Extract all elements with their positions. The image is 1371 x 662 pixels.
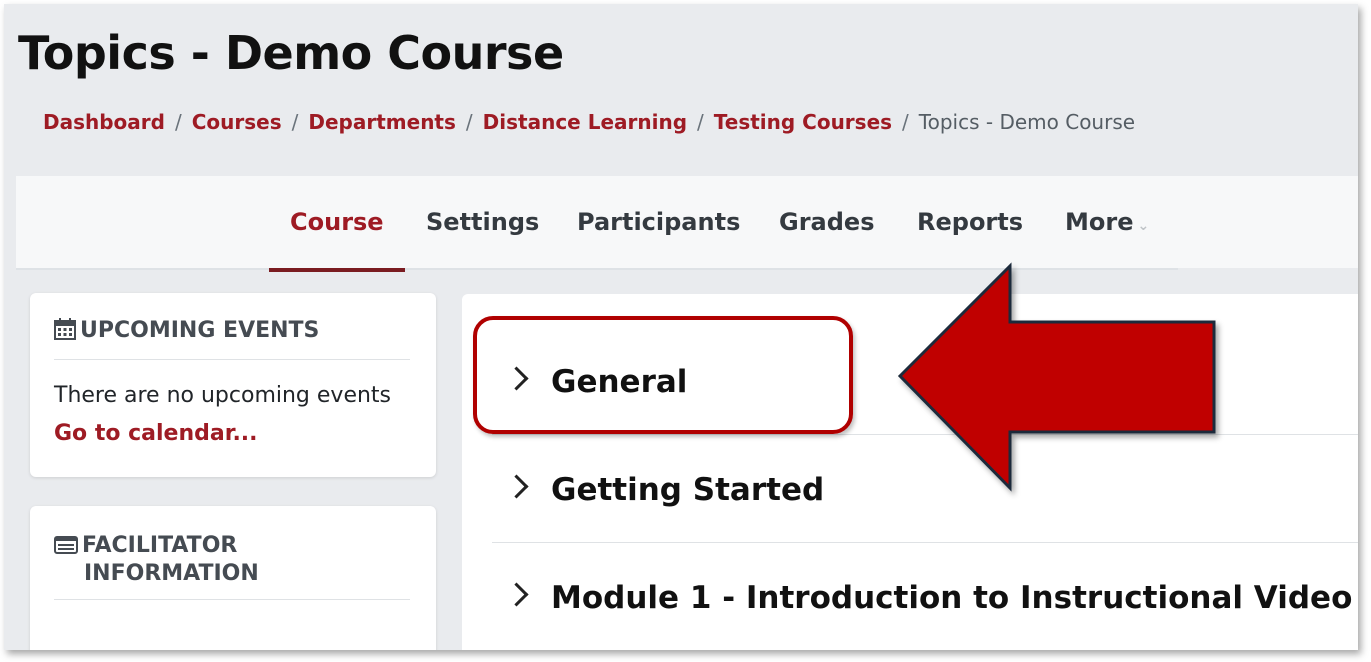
active-tab-indicator <box>269 268 405 272</box>
section-divider <box>492 542 1358 543</box>
tab-settings[interactable]: Settings <box>426 208 539 236</box>
id-card-icon <box>54 536 78 554</box>
upcoming-events-heading: UPCOMING EVENTS <box>54 317 319 345</box>
breadcrumb-distance-learning[interactable]: Distance Learning <box>483 110 687 134</box>
upcoming-events-title: UPCOMING EVENTS <box>80 318 320 343</box>
block-divider <box>54 359 410 360</box>
breadcrumb-departments[interactable]: Departments <box>308 110 456 134</box>
section-title: Getting Started <box>551 472 825 508</box>
section-module-1[interactable]: Module 1 - Introduction to Instructional… <box>504 580 1353 616</box>
block-divider <box>54 599 410 600</box>
highlight-box <box>473 316 853 434</box>
tab-grades[interactable]: Grades <box>779 208 874 236</box>
no-events-text: There are no upcoming events <box>54 383 392 408</box>
page-title: Topics - Demo Course <box>18 26 564 80</box>
facilitator-title-line1: FACILITATOR <box>82 533 238 558</box>
breadcrumb-separator: / <box>902 110 909 134</box>
tab-participants[interactable]: Participants <box>577 208 740 236</box>
chevron-right-icon <box>504 582 529 607</box>
go-to-calendar-link[interactable]: Go to calendar... <box>54 421 258 446</box>
calendar-icon <box>54 318 76 340</box>
section-getting-started[interactable]: Getting Started <box>504 472 825 508</box>
screenshot-frame: Topics - Demo Course Dashboard / Courses / D… <box>4 4 1358 650</box>
tab-more[interactable]: More ⌄ <box>1065 208 1149 236</box>
breadcrumb-separator: / <box>174 110 182 134</box>
facilitator-heading: FACILITATOR INFORMATION <box>54 532 259 588</box>
facilitator-title-line2: INFORMATION <box>84 561 259 586</box>
left-arrow-icon <box>897 262 1216 492</box>
breadcrumb-dashboard[interactable]: Dashboard <box>43 110 165 134</box>
breadcrumb-separator: / <box>291 110 299 134</box>
breadcrumb-current: Topics - Demo Course <box>918 110 1136 134</box>
tab-more-label: More <box>1065 208 1134 236</box>
chevron-right-icon <box>504 474 529 499</box>
tab-reports[interactable]: Reports <box>917 208 1023 236</box>
tab-course[interactable]: Course <box>290 208 384 236</box>
breadcrumb-separator: / <box>697 110 704 134</box>
breadcrumb-testing-courses[interactable]: Testing Courses <box>714 110 892 134</box>
breadcrumb: Dashboard / Courses / Departments / Distance L… <box>43 110 1135 134</box>
breadcrumb-courses[interactable]: Courses <box>192 110 282 134</box>
breadcrumb-separator: / <box>465 110 473 134</box>
section-title: Module 1 - Introduction to Instructional… <box>551 580 1353 616</box>
facilitator-information-block: FACILITATOR INFORMATION <box>30 506 436 650</box>
chevron-down-icon: ⌄ <box>1137 218 1150 234</box>
upcoming-events-block: UPCOMING EVENTS There are no upcoming ev… <box>30 293 436 477</box>
